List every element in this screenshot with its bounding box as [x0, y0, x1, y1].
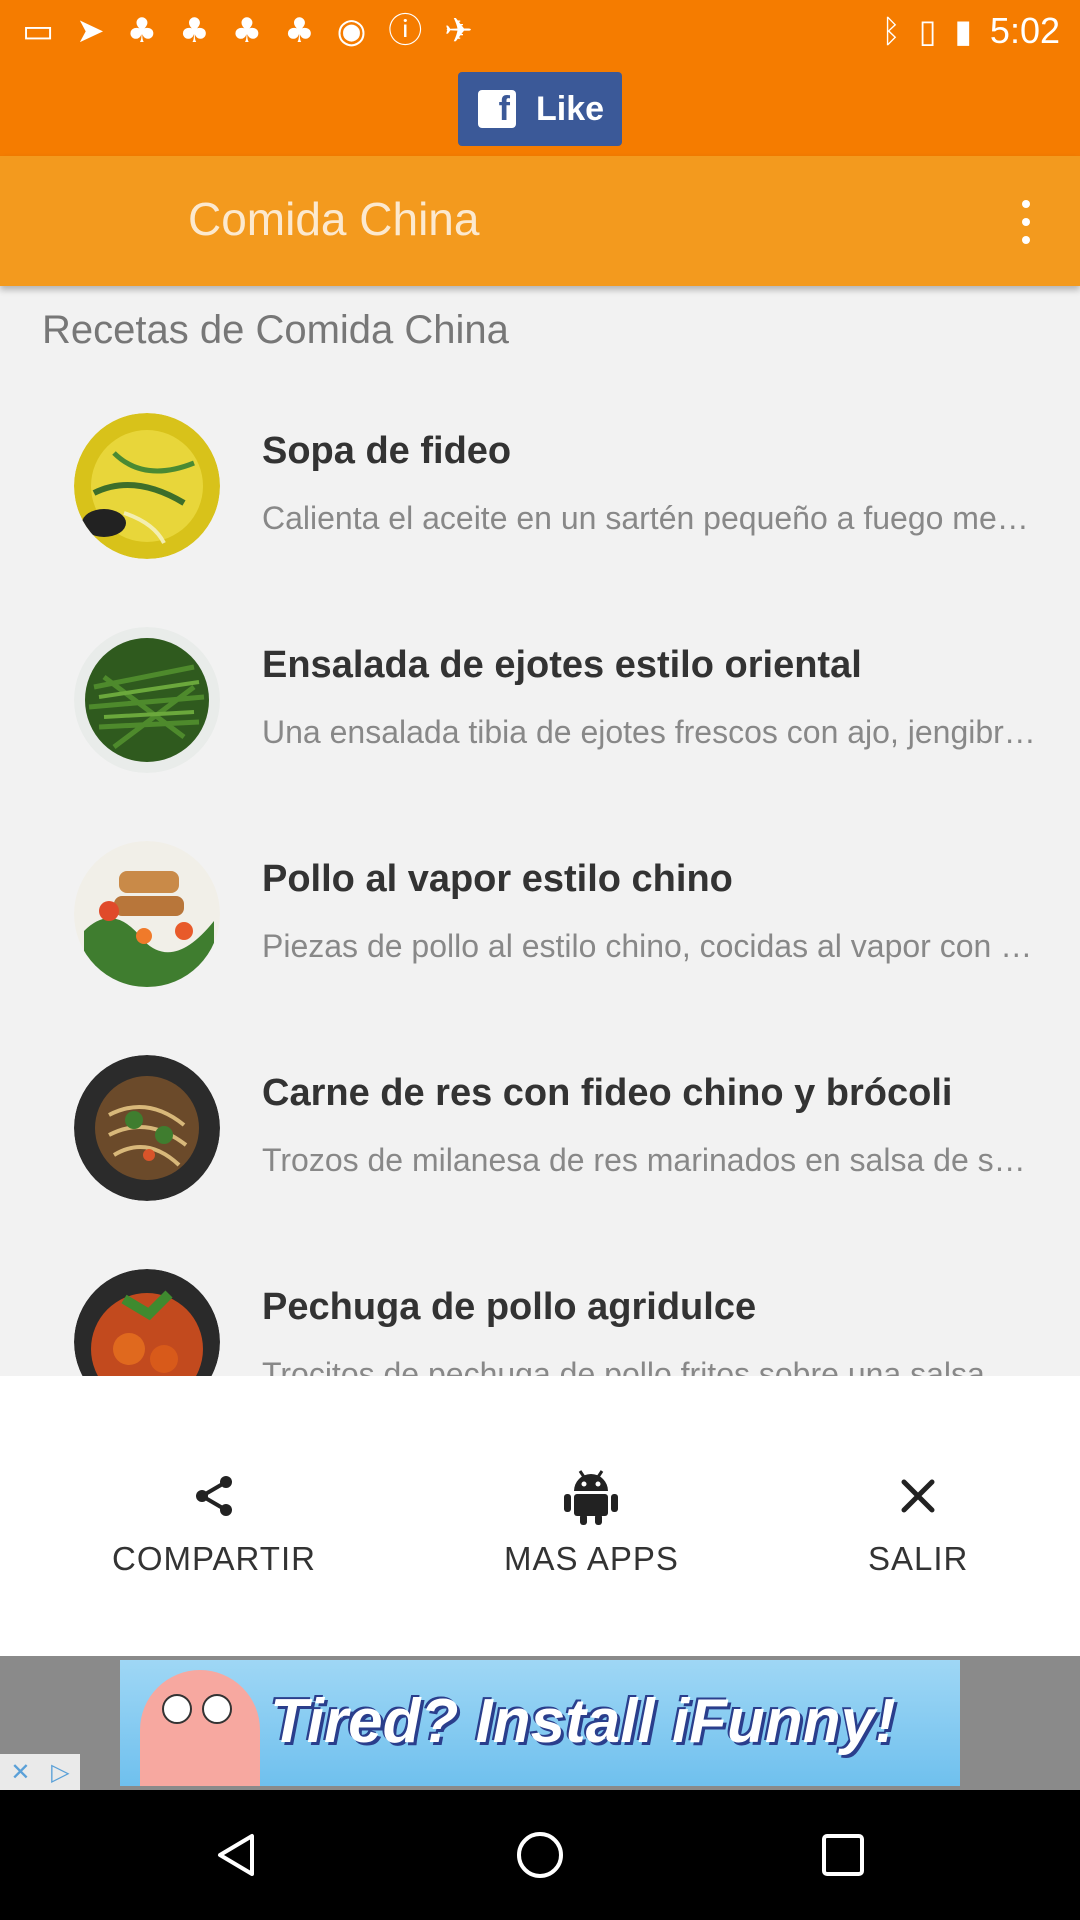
recents-icon[interactable]: [818, 1830, 868, 1880]
back-icon[interactable]: [212, 1830, 262, 1880]
tree-icon: ♣: [126, 11, 158, 51]
vibrate-icon: ▯: [918, 12, 937, 50]
section-title: Recetas de Comida China: [42, 308, 509, 352]
list-item[interactable]: Carne de res con fideo chino y brócoli T…: [0, 1042, 1080, 1242]
record-icon: ◉: [336, 11, 367, 51]
send-icon: ➤: [76, 11, 105, 51]
ad-play-icon[interactable]: ▷: [51, 1758, 69, 1786]
recipe-thumbnail-beef-noodles: [74, 1055, 220, 1201]
ad-controls[interactable]: ✕ ▷: [0, 1754, 80, 1790]
tree-icon: ♣: [231, 11, 263, 51]
list-item[interactable]: Ensalada de ejotes estilo oriental Una e…: [0, 614, 1080, 814]
facebook-icon: f: [478, 90, 516, 128]
tree-icon: ♣: [179, 11, 210, 51]
recipe-description: Calienta el aceite en un sartén pequeño …: [262, 500, 1040, 536]
ad-banner[interactable]: Tired? Install iFunny! ✕ ▷: [0, 1656, 1080, 1790]
recipe-description: Piezas de pollo al estilo chino, cocidas…: [262, 928, 1040, 964]
battery-icon: ▮: [954, 12, 972, 50]
recipe-thumbnail-soup: [74, 413, 220, 559]
more-apps-button[interactable]: MAS APPS: [504, 1466, 679, 1578]
recipe-description: Trocitos de pechuga de pollo fritos sobr…: [262, 1356, 1040, 1376]
recipe-description: Una ensalada tibia de ejotes frescos con…: [262, 714, 1040, 750]
share-button[interactable]: COMPARTIR: [112, 1466, 316, 1578]
ad-close-icon[interactable]: ✕: [10, 1758, 30, 1786]
ad-text: Tired? Install iFunny!: [270, 1687, 896, 1756]
facebook-like-label: Like: [536, 89, 605, 128]
recipe-thumbnail-sweet-sour-chicken: [74, 1269, 220, 1376]
status-time: 5:02: [989, 10, 1060, 51]
share-icon: [190, 1466, 238, 1526]
facebook-like-button[interactable]: f Like: [458, 72, 622, 146]
recipe-title: Pollo al vapor estilo chino: [262, 858, 733, 900]
share-label: COMPARTIR: [112, 1540, 316, 1577]
chat-icon: ▭: [22, 11, 55, 51]
recipe-title: Ensalada de ejotes estilo oriental: [262, 644, 862, 686]
recipe-title: Pechuga de pollo agridulce: [262, 1286, 757, 1328]
status-bar: ▭ ➤ ♣ ♣ ♣ ♣ ◉ ⓘ ✈ ᛒ ▯ ▮ 5:02: [0, 0, 1080, 62]
recipe-title: Sopa de fideo: [262, 430, 512, 472]
more-apps-label: MAS APPS: [504, 1540, 679, 1577]
navigation-bar: [0, 1790, 1080, 1920]
android-icon: [564, 1466, 619, 1526]
recipe-thumbnail-steamed-chicken: [74, 841, 220, 987]
bluetooth-icon: ᛒ: [881, 12, 901, 50]
list-item[interactable]: Pollo al vapor estilo chino Piezas de po…: [0, 828, 1080, 1028]
exit-label: SALIR: [868, 1540, 969, 1577]
satellite-icon: ✈: [444, 11, 473, 51]
recipe-description: Trozos de milanesa de res marinados en s…: [262, 1142, 1040, 1178]
app-title: Comida China: [188, 193, 480, 245]
home-icon[interactable]: [515, 1830, 565, 1880]
overflow-menu-icon[interactable]: [1014, 200, 1038, 244]
facebook-strip: f Like: [0, 62, 1080, 156]
status-right: ᛒ ▯ ▮ 5:02: [882, 10, 1061, 52]
recipe-list[interactable]: Sopa de fideo Calienta el aceite en un s…: [0, 400, 1080, 1376]
tree-icon: ♣: [284, 11, 315, 51]
recipe-thumbnail-green-beans: [74, 627, 220, 773]
ad-character: [140, 1670, 260, 1786]
list-item[interactable]: Pechuga de pollo agridulce Trocitos de p…: [0, 1256, 1080, 1376]
list-item[interactable]: Sopa de fideo Calienta el aceite en un s…: [0, 400, 1080, 600]
recipe-title: Carne de res con fideo chino y brócoli: [262, 1072, 953, 1114]
bottom-actions-panel: COMPARTIR MAS APPS SALIR: [0, 1376, 1080, 1656]
info-icon: ⓘ: [388, 11, 423, 51]
app-bar: Comida China: [0, 156, 1080, 286]
close-icon: [898, 1466, 938, 1526]
status-left-icons: ▭ ➤ ♣ ♣ ♣ ♣ ◉ ⓘ ✈: [22, 10, 473, 52]
exit-button[interactable]: SALIR: [868, 1466, 968, 1578]
ad-image[interactable]: Tired? Install iFunny!: [120, 1660, 960, 1786]
